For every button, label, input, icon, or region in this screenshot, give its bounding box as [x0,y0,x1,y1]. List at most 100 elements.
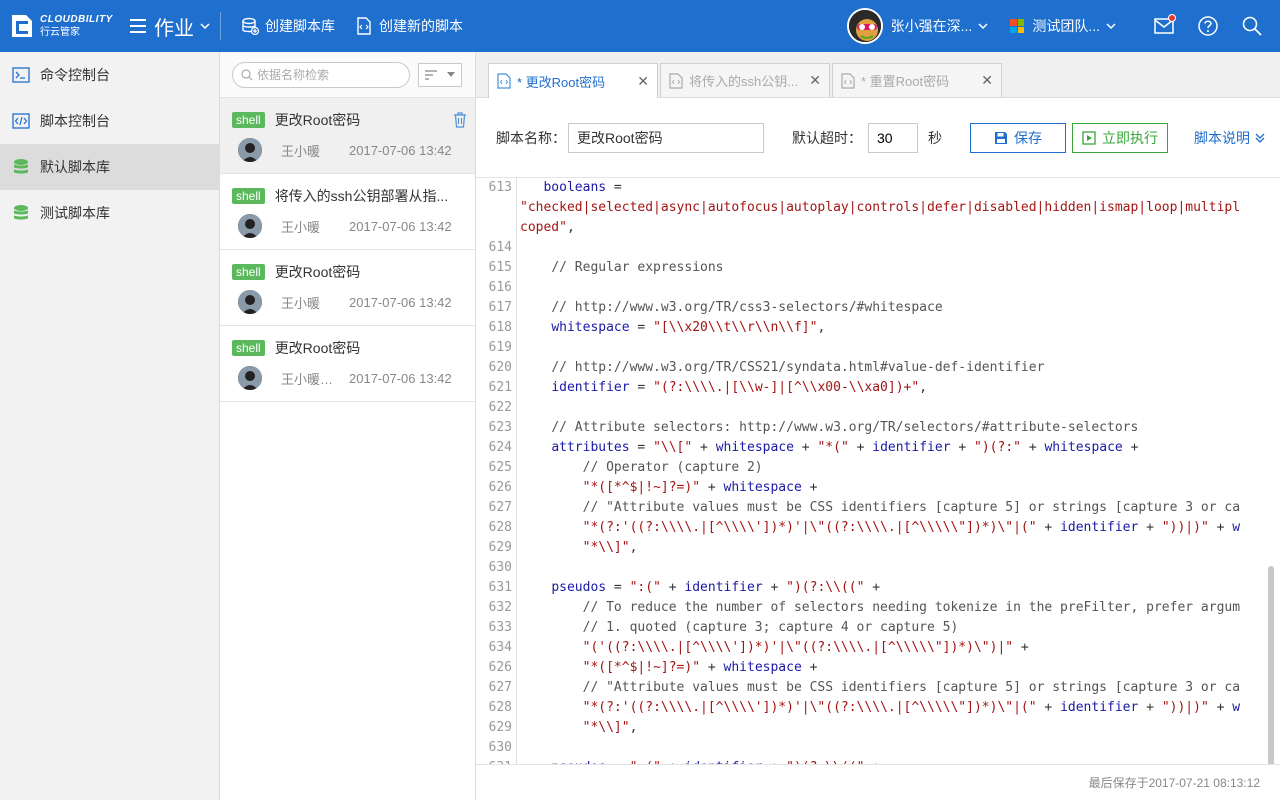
line-number: 617 [488,300,512,315]
code-text: "*([*^$|!~]?=)" + whitespace + [582,660,818,675]
close-icon[interactable]: ✕ [981,72,993,89]
code-line: 634 "('((?:\\\\.|[^\\\\'])*)'|\"((?:\\\\… [476,638,1280,658]
search-icon [241,68,253,80]
code-text: booleans = [543,180,622,195]
code-line: 627 // "Attribute values must be CSS ide… [476,498,1280,518]
notification-dot [1168,14,1176,22]
list-item[interactable]: shell 更改Root密码 王小暖 2017-07-06 13:42 [220,250,475,326]
code-text: "*\\]", [582,720,638,735]
code-line: 629 "*\\]", [476,718,1280,738]
trash-icon[interactable] [453,112,467,131]
header-divider [220,12,221,40]
timeout-input[interactable] [868,122,918,153]
code-text: // To reduce the number of selectors nee… [582,600,1240,615]
code-line: 613 booleans = [476,178,1280,198]
play-icon [1082,130,1096,145]
script-type-badge: shell [232,112,265,128]
help-button[interactable] [1186,0,1230,52]
line-number: 634 [488,640,512,655]
script-type-badge: shell [232,264,265,280]
code-line: 617 // http://www.w3.org/TR/css3-selecto… [476,298,1280,318]
script-time: 2017-07-06 13:42 [349,294,452,310]
search-button[interactable] [1230,0,1274,52]
code-line: 620 // http://www.w3.org/TR/CSS21/syndat… [476,358,1280,378]
timeout-label: 默认超时： [792,129,862,146]
tab-label: * 更改Root密码 [517,74,606,90]
brand-logo[interactable]: CLOUDBILITY 行云管家 [0,0,128,52]
sidebar-item-label: 测试脚本库 [40,205,110,221]
create-library-button[interactable]: 创建脚本库 [231,0,345,52]
user-menu[interactable]: 张小强在深... [846,8,989,44]
list-item[interactable]: shell 将传入的ssh公钥部署从指... 王小暖 2017-07-06 13… [220,174,475,250]
tab-script-3[interactable]: * 重置Root密码 ✕ [832,63,1002,97]
line-number: 616 [488,280,512,295]
script-author: 王小暖 [281,295,321,311]
sidebar-item-test-library[interactable]: 测试脚本库 [0,190,219,236]
code-line: 618 whitespace = "[\\x20\\t\\r\\n\\f]", [476,318,1280,338]
run-now-button[interactable]: 立即执行 [1072,122,1168,153]
run-label: 立即执行 [1102,129,1158,146]
script-title: 更改Root密码 [274,112,361,128]
code-line: 626 "*([*^$|!~]?=)" + whitespace + [476,478,1280,498]
code-line: 616 [476,278,1280,298]
left-sidebar: 命令控制台 脚本控制台 默认脚本库 测试脚本库 [0,52,220,800]
script-name-input[interactable] [568,122,764,153]
avatar [238,290,262,314]
list-item[interactable]: shell 更改Root密码 王小暖 2017-07-06 13:42 [220,98,475,174]
close-icon[interactable]: ✕ [809,72,821,89]
mail-button[interactable] [1142,0,1186,52]
script-author: 王小暖 [281,219,321,235]
sidebar-item-default-library[interactable]: 默认脚本库 [0,144,219,190]
code-editor[interactable]: 613 booleans = "checked|selected|async|au… [476,178,1280,764]
script-doc-toggle[interactable]: 脚本说明 [1194,128,1265,148]
brand-name: CLOUDBILITY [40,13,113,25]
editor-pane: * 更改Root密码 ✕ 将传入的ssh公钥... ✕ * 重置Root密码 ✕… [476,52,1280,800]
script-form-bar: 脚本名称： 默认超时： 秒 保存 立即执行 脚本说明 [476,98,1280,178]
script-author: 王小暖在... [281,371,341,387]
script-title: 将传入的ssh公钥部署从指... [274,188,449,204]
list-item[interactable]: shell 更改Root密码 王小暖在... 2017-07-06 13:42 [220,326,475,402]
code-text: // "Attribute values must be CSS identif… [582,680,1240,695]
code-text: // http://www.w3.org/TR/CSS21/syndata.ht… [551,360,1045,375]
search-input[interactable] [257,67,397,82]
create-script-label: 创建新的脚本 [379,18,463,34]
line-number: 629 [488,540,512,555]
line-number [476,198,512,218]
code-line: 629 "*\\]", [476,538,1280,558]
code-line: 621 identifier = "(?:\\\\.|[\\w-]|[^\\x0… [476,378,1280,398]
code-line: 622 [476,398,1280,418]
team-switcher[interactable]: 测试团队... [1010,16,1116,36]
line-number: 620 [488,360,512,375]
code-line: 627 // "Attribute values must be CSS ide… [476,678,1280,698]
tab-script-2[interactable]: 将传入的ssh公钥... ✕ [660,63,830,97]
sort-dropdown[interactable] [418,62,462,87]
file-code-icon [497,73,511,89]
top-header: CLOUDBILITY 行云管家 作业 创建脚本库 创建新的脚本 张小强在深..… [0,0,1280,52]
save-button[interactable]: 保存 [970,122,1066,153]
code-line: 615 // Regular expressions [476,258,1280,278]
sidebar-item-command-console[interactable]: 命令控制台 [0,52,219,98]
line-number: 615 [488,260,512,275]
tab-script-1[interactable]: * 更改Root密码 ✕ [488,63,658,98]
search-box[interactable] [232,61,410,88]
doc-label: 脚本说明 [1194,129,1250,146]
line-number: 633 [488,620,512,635]
close-icon[interactable]: ✕ [637,73,649,90]
scrollbar-thumb[interactable] [1268,566,1274,764]
code-text: pseudos = ":(" + identifier + ")(?:\\(("… [551,580,881,595]
user-name: 张小强在深... [890,18,973,34]
line-number: 627 [488,680,512,695]
code-text: coped", [520,220,575,235]
create-script-button[interactable]: 创建新的脚本 [345,0,473,52]
code-line: 630 [476,738,1280,758]
code-line: coped", [476,218,1280,238]
script-list-pane: shell 更改Root密码 王小暖 2017-07-06 13:42 shel… [220,52,476,800]
code-text: identifier = "(?:\\\\.|[\\w-]|[^\\x00-\\… [551,380,928,395]
module-menu-button[interactable]: 作业 [128,0,220,52]
script-author: 王小暖 [281,143,321,159]
sidebar-item-script-console[interactable]: 脚本控制台 [0,98,219,144]
code-text: "*(?:'((?:\\\\.|[^\\\\'])*)'|\"((?:\\\\.… [582,700,1240,715]
line-number: 626 [488,660,512,675]
